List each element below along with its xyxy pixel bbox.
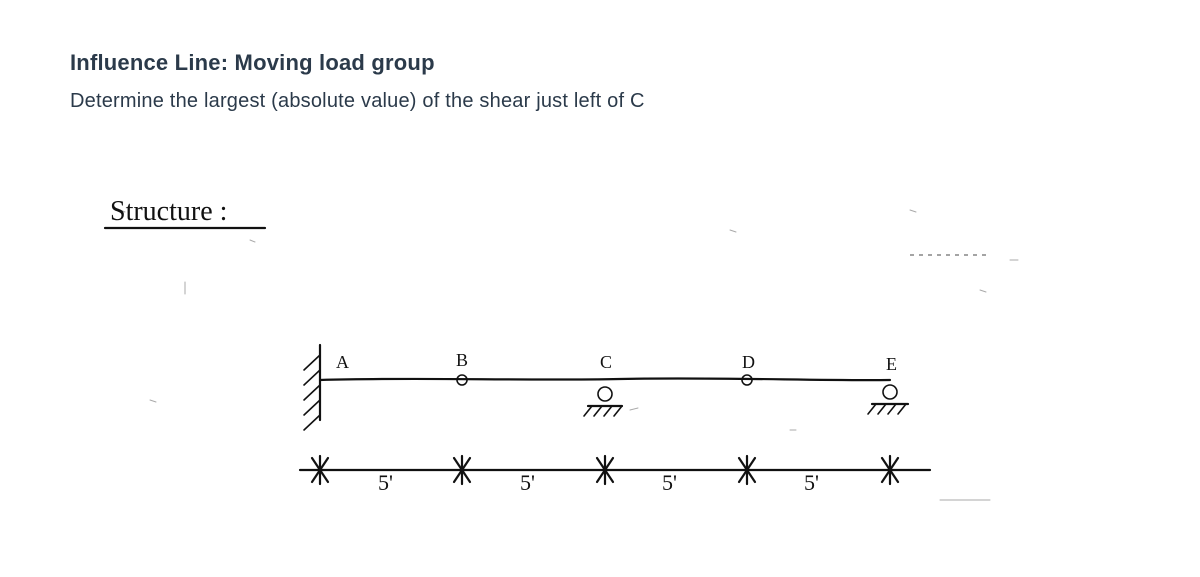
problem-title: Influence Line: Moving load group [70, 50, 1130, 76]
label-D: D [742, 352, 755, 372]
fixed-support-A [304, 345, 320, 430]
span-2: 5' [520, 470, 535, 495]
dimension-line: 5' 5' 5' 5' [300, 456, 930, 495]
span-4: 5' [804, 470, 819, 495]
label-A: A [336, 352, 349, 372]
sketch-svg: Structure : [90, 170, 1090, 550]
label-B: B [456, 350, 468, 370]
problem-prompt: Determine the largest (absolute value) o… [70, 90, 1130, 113]
structure-sketch: Structure : [90, 170, 1090, 550]
label-E: E [886, 354, 897, 374]
span-1: 5' [378, 470, 393, 495]
span-3: 5' [662, 470, 677, 495]
support-C [584, 387, 622, 416]
support-E [868, 385, 908, 414]
page: Influence Line: Moving load group Determ… [0, 0, 1200, 577]
paper-noise [120, 210, 1018, 500]
structure-heading: Structure : [110, 196, 227, 227]
label-C: C [600, 352, 612, 372]
beam [320, 378, 890, 380]
